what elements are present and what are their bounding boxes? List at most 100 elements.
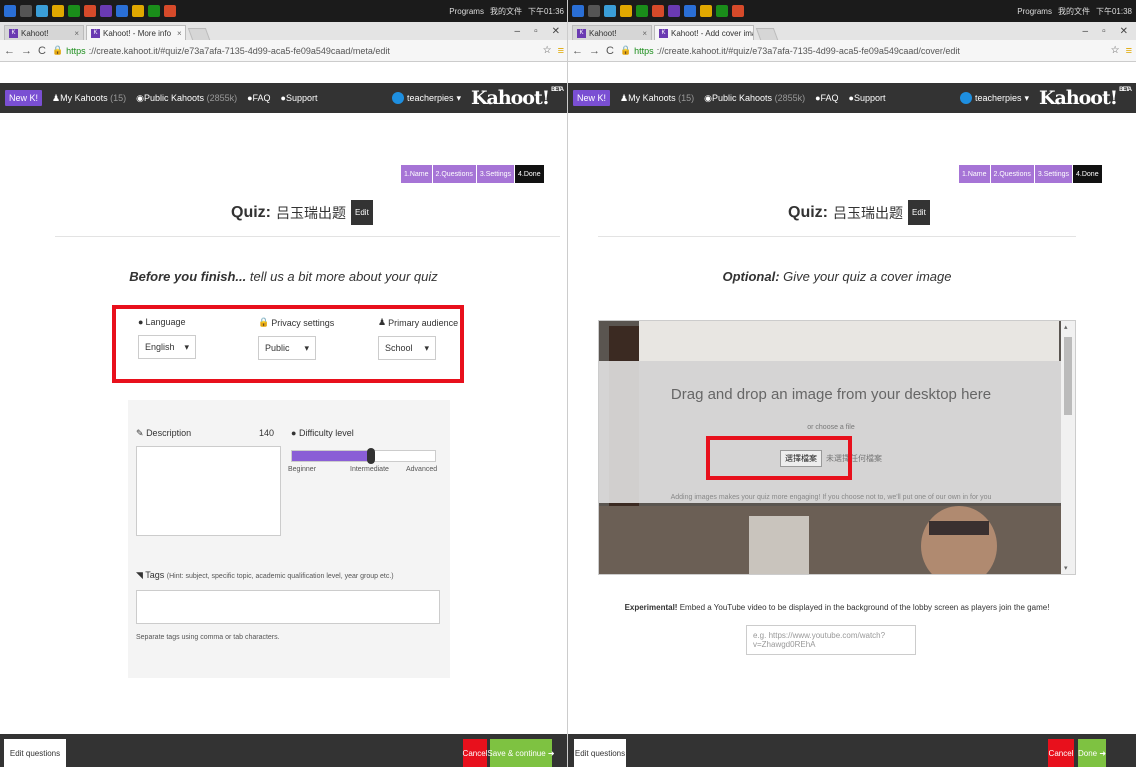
step-name[interactable]: 1.Name [401, 165, 432, 183]
cancel-button[interactable]: Cancel [463, 739, 487, 767]
scroll-down-icon[interactable]: ▾ [1064, 564, 1068, 572]
address-bar: ← → C 🔒 https://create.kahoot.it/#quiz/e… [0, 40, 567, 62]
taskbar-extra[interactable]: 我的文件 [490, 6, 522, 17]
new-kahoot-button[interactable]: New K! [573, 90, 611, 106]
nav-public-kahoots[interactable]: ◉Public Kahoots (2855k) [704, 93, 805, 104]
taskbar-extra[interactable]: 我的文件 [1058, 6, 1090, 17]
slider-handle[interactable] [367, 448, 375, 464]
tab-kahoot[interactable]: K Kahoot! × [572, 25, 652, 40]
scroll-up-icon[interactable]: ▴ [1064, 323, 1068, 331]
step-done[interactable]: 4.Done [1073, 165, 1102, 183]
app-icon[interactable] [620, 5, 632, 17]
app-icon[interactable] [652, 5, 664, 17]
tags-input[interactable] [136, 590, 440, 624]
user-menu[interactable]: teacherpies ▾ [959, 92, 1029, 104]
kahoot-favicon-icon: K [9, 28, 18, 38]
new-tab-button[interactable] [755, 28, 779, 40]
app-icon[interactable] [732, 5, 744, 17]
step-settings[interactable]: 3.Settings [476, 165, 515, 183]
dropdown-arrow-icon: ▾ [304, 342, 309, 353]
close-icon[interactable]: × [68, 29, 79, 38]
cover-scrollbar[interactable]: ▴ ▾ [1061, 321, 1075, 574]
app-icon[interactable] [68, 5, 80, 17]
nav-faq[interactable]: ●FAQ [815, 93, 838, 103]
windows-start-icon[interactable] [572, 5, 584, 17]
step-name[interactable]: 1.Name [959, 165, 990, 183]
taskbar-programs[interactable]: Programs [1017, 7, 1052, 16]
nav-public-kahoots[interactable]: ◉Public Kahoots (2855k) [136, 93, 237, 104]
windows-start-icon[interactable] [4, 5, 16, 17]
search-icon[interactable] [588, 5, 600, 17]
minimize-icon[interactable]: – [515, 26, 521, 37]
save-continue-button[interactable]: Save & continue ➜ [487, 739, 555, 767]
tab-kahoot[interactable]: K Kahoot! × [4, 25, 84, 40]
edit-title-button[interactable]: Edit [908, 200, 930, 225]
app-icon[interactable] [668, 5, 680, 17]
star-icon[interactable]: ☆ [1111, 45, 1120, 56]
app-icon[interactable] [716, 5, 728, 17]
nav-support[interactable]: ●Support [849, 93, 886, 103]
edit-questions-button[interactable]: Edit questions [4, 739, 66, 767]
nav-faq[interactable]: ●FAQ [247, 93, 270, 103]
menu-icon[interactable]: ≡ [558, 45, 564, 57]
cover-note: Adding images makes your quiz more engag… [670, 494, 992, 501]
app-icon[interactable] [52, 5, 64, 17]
app-icon[interactable] [684, 5, 696, 17]
privacy-select[interactable]: Public ▾ [258, 336, 316, 360]
step-questions[interactable]: 2.Questions [432, 165, 476, 183]
reload-icon[interactable]: C [38, 45, 46, 57]
difficulty-intermediate: Intermediate [350, 466, 389, 473]
close-icon[interactable]: × [636, 29, 647, 38]
app-icon[interactable] [700, 5, 712, 17]
app-icon[interactable] [164, 5, 176, 17]
app-icon[interactable] [148, 5, 160, 17]
search-icon[interactable] [20, 5, 32, 17]
app-icon[interactable] [636, 5, 648, 17]
app-icon[interactable] [36, 5, 48, 17]
star-icon[interactable]: ☆ [543, 45, 552, 56]
language-select[interactable]: English ▾ [138, 335, 196, 359]
nav-my-kahoots[interactable]: ♟My Kahoots (15) [620, 93, 694, 104]
edit-questions-button[interactable]: Edit questions [574, 739, 626, 767]
forward-icon[interactable]: → [589, 45, 600, 57]
back-icon[interactable]: ← [4, 45, 15, 57]
taskbar-programs[interactable]: Programs [449, 7, 484, 16]
audience-select[interactable]: School ▾ [378, 336, 436, 360]
app-icon[interactable] [100, 5, 112, 17]
back-icon[interactable]: ← [572, 45, 583, 57]
step-indicator: 1.Name 2.Questions 3.Settings 4.Done [401, 165, 545, 183]
nav-support[interactable]: ●Support [281, 93, 318, 103]
nav-my-kahoots[interactable]: ♟My Kahoots (15) [52, 93, 126, 104]
close-window-icon[interactable]: ✕ [552, 26, 560, 37]
app-icon[interactable] [116, 5, 128, 17]
edit-title-button[interactable]: Edit [351, 200, 373, 225]
tab-more-info[interactable]: K Kahoot! - More info × [86, 25, 186, 40]
minimize-icon[interactable]: – [1083, 26, 1089, 37]
close-window-icon[interactable]: ✕ [1120, 26, 1128, 37]
close-icon[interactable]: × [171, 29, 182, 38]
maximize-icon[interactable]: ▫ [534, 26, 538, 37]
difficulty-slider[interactable] [291, 448, 436, 464]
description-input[interactable] [136, 446, 281, 536]
user-menu[interactable]: teacherpies ▾ [391, 92, 461, 104]
gauge-icon: ● [291, 428, 297, 438]
menu-icon[interactable]: ≡ [1126, 45, 1132, 57]
new-tab-button[interactable] [187, 28, 211, 40]
reload-icon[interactable]: C [606, 45, 614, 57]
step-settings[interactable]: 3.Settings [1034, 165, 1073, 183]
maximize-icon[interactable]: ▫ [1102, 26, 1106, 37]
app-icon[interactable] [84, 5, 96, 17]
forward-icon[interactable]: → [21, 45, 32, 57]
step-done[interactable]: 4.Done [515, 165, 544, 183]
url-field[interactable]: 🔒 https://create.kahoot.it/#quiz/e73a7af… [52, 43, 537, 59]
app-icon[interactable] [604, 5, 616, 17]
youtube-url-input[interactable]: e.g. https://www.youtube.com/watch?v=Zha… [746, 625, 916, 655]
app-icon[interactable] [132, 5, 144, 17]
scroll-thumb[interactable] [1064, 337, 1072, 415]
new-kahoot-button[interactable]: New K! [5, 90, 43, 106]
done-button[interactable]: Done ➜ [1078, 739, 1106, 767]
step-questions[interactable]: 2.Questions [990, 165, 1034, 183]
cancel-button[interactable]: Cancel [1048, 739, 1074, 767]
url-field[interactable]: 🔒 https://create.kahoot.it/#quiz/e73a7af… [620, 43, 1105, 59]
tab-add-cover[interactable]: KKahoot! - Add cover ima× [654, 25, 754, 40]
